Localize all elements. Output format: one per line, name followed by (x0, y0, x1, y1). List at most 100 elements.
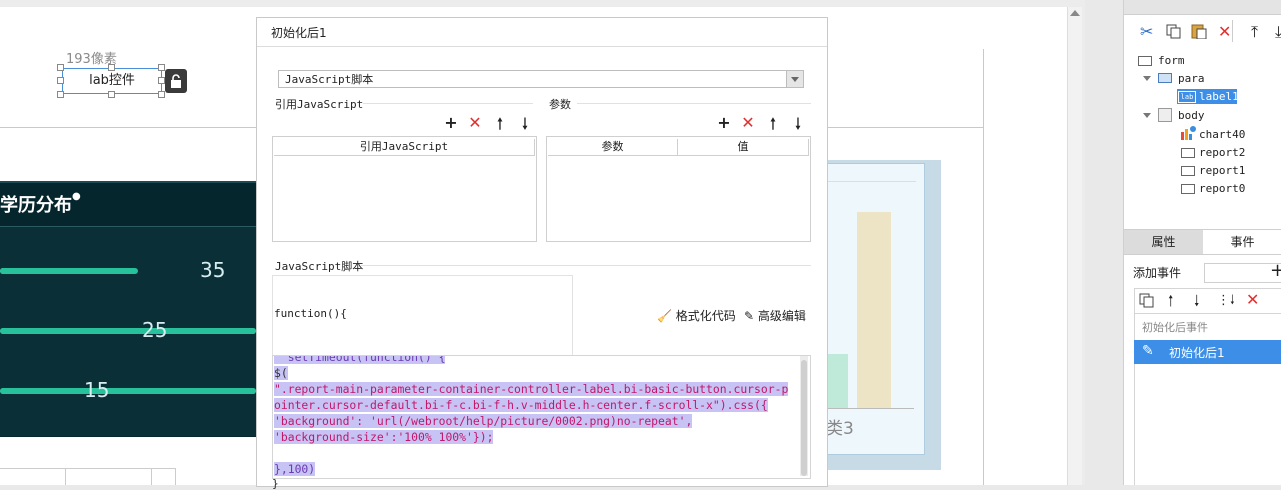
ref-js-table[interactable]: 引用JavaScript (272, 136, 537, 242)
chart-bar (857, 212, 891, 408)
advanced-edit-button[interactable]: ✎ 高级编辑 (744, 307, 806, 324)
add-icon[interactable]: + (442, 113, 460, 132)
resize-handle[interactable] (158, 91, 165, 98)
resize-handle[interactable] (108, 64, 115, 71)
column-header-param: 参数 (548, 139, 678, 156)
divider (363, 103, 533, 104)
code-line: ointer.cursor-default.bi-f-c.bi-f-h.v-mi… (274, 398, 768, 412)
widget-panel: ✂ ✕ ⤒ ⤓ form para lab label10 body chart… (1123, 0, 1281, 485)
chart-bar (826, 354, 848, 408)
bar-value-label: 25 (142, 318, 168, 342)
report-grid (0, 468, 176, 485)
move-bottom-icon[interactable]: ⋮🠓 (1217, 291, 1235, 313)
tab-events[interactable]: 事件 (1203, 230, 1281, 254)
code-editor[interactable]: setTimeout(function() { $( ".report-main… (272, 355, 811, 479)
resize-handle[interactable] (57, 77, 64, 84)
script-type-select[interactable]: JavaScript脚本 (278, 70, 804, 88)
bar-fill (0, 388, 256, 394)
copy-icon[interactable] (1139, 293, 1154, 311)
delete-icon[interactable]: ✕ (1246, 290, 1259, 309)
divider (1232, 20, 1233, 42)
chart-icon (1180, 125, 1196, 144)
bar-fill (0, 328, 256, 334)
tree-node-report0[interactable]: report0 (1199, 182, 1245, 195)
tree-node-para[interactable]: para (1178, 72, 1205, 85)
tree-node-body[interactable]: body (1178, 109, 1205, 122)
format-code-button[interactable]: 🧹 格式化代码 (657, 307, 736, 324)
copy-icon[interactable] (1166, 24, 1181, 42)
event-group-label: 初始化后事件 (1142, 321, 1208, 334)
body-node-icon (1158, 108, 1172, 122)
function-header: function(){ (274, 307, 347, 320)
tree-node-report2[interactable]: report2 (1199, 146, 1245, 159)
move-top-icon[interactable]: ⤒ (1251, 22, 1258, 42)
panel-header (1124, 0, 1281, 15)
delete-icon[interactable]: ✕ (1218, 22, 1231, 41)
bar-fill (0, 268, 138, 274)
code-line: 'background': 'url(/webroot/help/picture… (274, 414, 693, 428)
add-icon[interactable]: + (715, 113, 733, 132)
code-line: setTimeout(function() { (274, 356, 446, 364)
edit-icon: ✎ (744, 309, 755, 323)
code-line: $( (274, 366, 288, 380)
divider (361, 265, 811, 266)
move-bottom-icon[interactable]: ⤓ (1275, 22, 1281, 42)
column-header-ref-js: 引用JavaScript (274, 139, 535, 156)
broom-icon: 🧹 (657, 309, 672, 323)
canvas-scrollbar[interactable] (1067, 7, 1082, 485)
divider (577, 103, 811, 104)
cut-icon[interactable]: ✂ (1140, 22, 1153, 41)
chart-header (826, 165, 916, 182)
category-tick-label: 类3 (826, 419, 854, 439)
function-footer: } (272, 477, 279, 490)
expand-icon[interactable] (1143, 76, 1151, 81)
add-event-label: 添加事件 (1133, 266, 1182, 280)
label-node-icon: lab (1178, 91, 1196, 103)
tree-node-chart40[interactable]: chart40 (1199, 128, 1245, 141)
code-line: ".report-main-parameter-container-contro… (274, 382, 789, 396)
tree-node-form[interactable]: form (1158, 54, 1185, 67)
divider (257, 46, 827, 47)
para-node-icon (1158, 73, 1172, 83)
expand-icon[interactable] (1143, 113, 1151, 118)
delete-icon[interactable]: ✕ (739, 113, 757, 132)
chart-title: 学历分布● (0, 191, 81, 216)
delete-icon[interactable]: ✕ (466, 113, 484, 132)
chart-axis (826, 408, 914, 409)
code-line: 'background-size':'100% 100%'}); (274, 430, 494, 444)
event-list (1134, 312, 1281, 485)
pencil-icon: ✎ (1142, 343, 1154, 359)
event-item-selected[interactable]: ✎ 初始化后1 (1134, 340, 1281, 364)
add-event-button[interactable]: + (1270, 260, 1281, 281)
paste-icon[interactable] (1191, 23, 1207, 42)
column-header-value: 值 (678, 139, 809, 156)
panel-tabs: 属性 事件 (1124, 229, 1281, 255)
bar-value-label: 15 (84, 378, 110, 402)
bar-value-label: 35 (200, 258, 226, 282)
params-section-label: 参数 (549, 98, 571, 111)
event-toolbar: 🠑 🠓 ⋮🠓 ✕ (1134, 288, 1281, 314)
report-node-icon (1181, 184, 1195, 194)
scroll-up-icon[interactable] (1070, 10, 1080, 16)
script-section-label: JavaScript脚本 (275, 260, 364, 273)
resize-handle[interactable] (158, 77, 165, 84)
chevron-down-icon[interactable] (786, 70, 804, 88)
tree-node-report1[interactable]: report1 (1199, 164, 1245, 177)
event-edit-dialog: 初始化后1 JavaScript脚本 引用JavaScript 参数 + ✕ 🠑… (256, 17, 828, 490)
resize-handle[interactable] (108, 91, 115, 98)
dialog-title: 初始化后1 (271, 26, 327, 40)
report-node-icon (1181, 166, 1195, 176)
report-node-icon (1181, 148, 1195, 158)
form-node-icon (1138, 56, 1152, 66)
tree-node-label10[interactable]: label10 (1199, 90, 1245, 103)
resize-handle[interactable] (57, 64, 64, 71)
resize-handle[interactable] (158, 64, 165, 71)
ref-js-section-label: 引用JavaScript (275, 98, 364, 111)
resize-handle[interactable] (57, 91, 64, 98)
code-scrollbar[interactable] (800, 356, 808, 476)
lock-icon[interactable] (165, 69, 187, 93)
code-line: },100) (274, 462, 316, 476)
params-table[interactable]: 参数 值 (546, 136, 811, 242)
event-item-label: 初始化后1 (1169, 346, 1225, 360)
tab-properties[interactable]: 属性 (1124, 230, 1203, 254)
